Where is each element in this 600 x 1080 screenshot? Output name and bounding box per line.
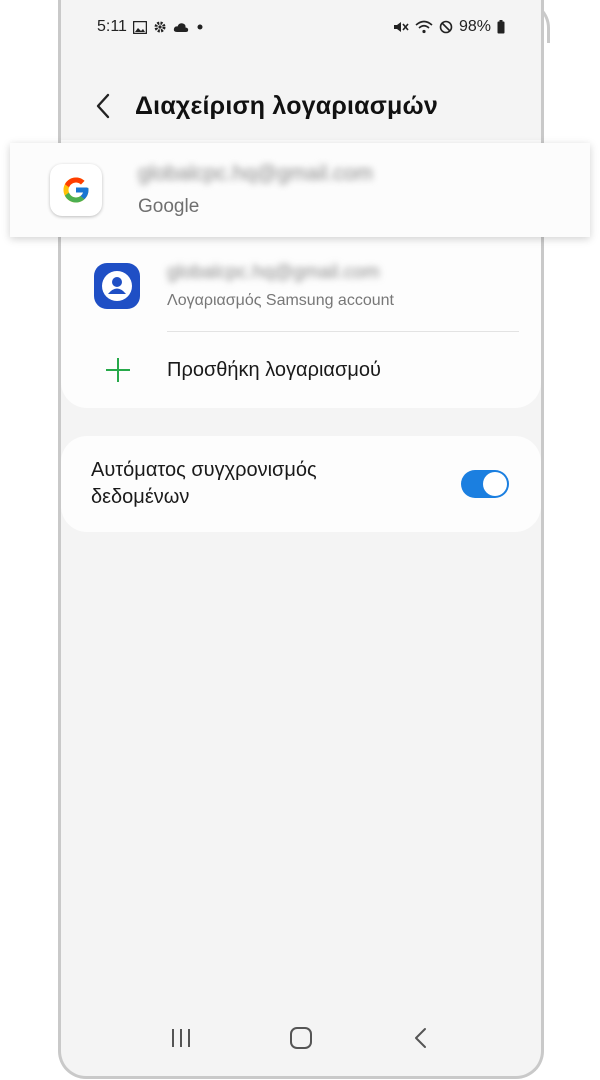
auto-sync-label: Αυτόματος συγχρονισμός δεδομένων — [91, 459, 317, 508]
navigation-bar — [61, 1008, 541, 1068]
do-not-disturb-icon — [439, 20, 453, 34]
wifi-icon — [415, 20, 433, 34]
clock: 5:11 — [97, 18, 127, 35]
plus-icon — [103, 355, 133, 385]
chevron-left-icon — [96, 93, 110, 119]
highlighted-account-google[interactable]: globalcpc.hq@gmail.com Google — [10, 143, 590, 237]
battery-icon — [497, 20, 505, 34]
back-icon — [415, 1028, 426, 1048]
home-button[interactable] — [281, 1018, 321, 1058]
auto-sync-row[interactable]: Αυτόματος συγχρονισμός δεδομένων — [61, 436, 541, 532]
recent-apps-icon — [172, 1029, 190, 1047]
add-account-button[interactable]: Προσθήκη λογαριασμού — [61, 332, 541, 408]
status-bar: 5:11 98% — [97, 14, 505, 40]
back-button[interactable] — [83, 86, 123, 126]
auto-sync-toggle[interactable] — [461, 470, 509, 498]
mute-vibrate-icon — [393, 20, 409, 34]
account-type: Google — [138, 196, 200, 217]
account-type: Λογαριασμός Samsung account — [167, 292, 394, 309]
image-icon — [132, 20, 147, 34]
cloud-icon — [173, 22, 189, 33]
nav-back-button[interactable] — [401, 1018, 441, 1058]
app-header: Διαχείριση λογαριασμών — [61, 80, 541, 132]
samsung-account-icon — [93, 262, 141, 310]
battery-level: 98% — [458, 18, 491, 35]
recent-apps-button[interactable] — [161, 1018, 201, 1058]
account-email: globalcpc.hq@gmail.com — [138, 162, 373, 185]
add-account-label: Προσθήκη λογαριασμού — [167, 358, 381, 381]
account-row-samsung[interactable]: globalcpc.hq@gmail.com Λογαριασμός Samsu… — [61, 240, 541, 332]
account-email: globalcpc.hq@gmail.com — [167, 262, 380, 283]
toggle-knob — [483, 472, 507, 496]
google-icon — [50, 164, 102, 216]
dot-icon — [195, 22, 205, 32]
settings-gear-icon — [153, 20, 167, 34]
page-title: Διαχείριση λογαριασμών — [135, 91, 438, 120]
home-icon — [290, 1027, 312, 1049]
